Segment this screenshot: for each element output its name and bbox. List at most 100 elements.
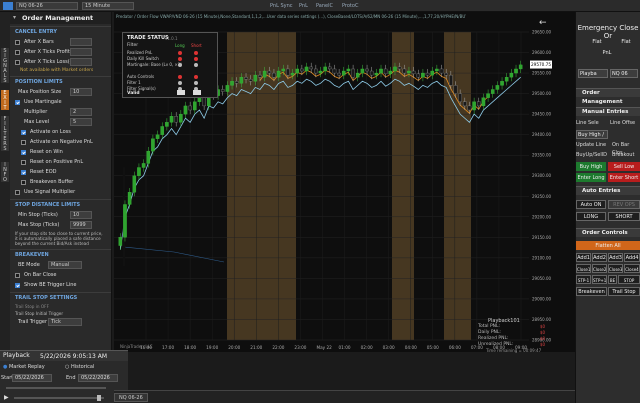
max-position-size-input[interactable]: 10 — [70, 88, 92, 96]
tab-exit[interactable]: EXIT — [1, 90, 9, 110]
sell-low-button[interactable]: Sell Low — [608, 162, 640, 171]
after-x-ticks-profit-checkbox[interactable] — [15, 50, 20, 55]
menu-icon[interactable] — [3, 2, 13, 10]
breakeven-buffer-checkbox[interactable] — [21, 180, 26, 185]
account-selector[interactable]: Playba — [578, 69, 608, 78]
stop-50-button[interactable]: STOP 50% — [618, 275, 640, 292]
trade-status-row-label: Martingale: Base (Lv 0, ×1) — [127, 62, 182, 67]
historical-option[interactable]: ○ Historical — [65, 364, 94, 370]
chart-panel[interactable]: 29650.00 29600.00 29550.00 29500.00 29450.00… — [114, 12, 575, 353]
long-button[interactable]: LONG — [576, 212, 606, 221]
after-x-ticks-profit-input[interactable] — [70, 48, 92, 56]
close1-button[interactable]: Close1 — [576, 264, 591, 273]
auto-on-button[interactable]: Auto ON — [576, 200, 606, 209]
buy-high-select[interactable]: Buy High / — [576, 130, 608, 139]
instrument-selector-right[interactable]: NQ 06 — [610, 69, 638, 78]
tool-pnl[interactable]: PnL — [297, 2, 310, 10]
tool-protoc[interactable]: ProtoC — [340, 2, 360, 10]
candle-body — [151, 138, 155, 152]
max-level-input[interactable]: 5 — [70, 118, 92, 126]
chart-tab-nq[interactable]: NQ 06-26 — [114, 393, 148, 402]
tool-panelc[interactable]: PanelC — [314, 2, 335, 10]
speed-slider-handle[interactable] — [97, 395, 101, 401]
close3-button[interactable]: Close3 — [608, 264, 623, 273]
trail-stop-button[interactable]: Trail Stop — [608, 287, 640, 296]
add3-button[interactable]: Add3 — [608, 253, 623, 262]
after-x-ticks-loss-row: After X Ticks Loss(-) — [10, 57, 111, 67]
multiplier-input[interactable]: 2 — [70, 108, 92, 116]
after-x-bars-checkbox[interactable] — [15, 40, 20, 45]
after-x-ticks-loss-input[interactable] — [70, 58, 92, 66]
pnl-summary-box: Playback101 Total PNL: Daily PNL: Realiz… — [478, 318, 548, 353]
start-date-input[interactable]: 05/22/2026 — [12, 374, 52, 382]
status-dot-icon — [194, 62, 198, 67]
close2-button[interactable]: Close2 — [592, 264, 607, 273]
market-replay-option[interactable]: ● Market Replay — [3, 364, 45, 370]
order-controls-header[interactable]: Order Controls — [576, 228, 640, 237]
use-martingale-checkbox[interactable] — [15, 100, 20, 105]
back-arrow-icon[interactable]: ← — [539, 18, 547, 28]
enter-long-button[interactable]: Enter Long — [576, 173, 606, 182]
breakeven-button[interactable]: Breakeven — [576, 287, 607, 296]
rev-ops-button[interactable]: REV OPS — [608, 200, 640, 209]
show-be-trigger-checkbox[interactable] — [15, 283, 20, 288]
activate-on-loss-checkbox[interactable] — [21, 130, 26, 135]
trade-status-row-label: Realized PnL — [127, 50, 153, 55]
min-stop-input[interactable]: 10 — [70, 211, 92, 219]
candle-body — [355, 72, 360, 78]
enter-short-button[interactable]: Enter Short — [608, 173, 640, 182]
tool-pnl-sync[interactable]: PnL Sync — [268, 2, 295, 10]
candle-body — [481, 97, 486, 107]
be-button[interactable]: BE — [608, 275, 617, 284]
stop-plus-button[interactable]: STP+1 — [592, 275, 607, 284]
candle-body — [351, 68, 355, 78]
speed-slider-track[interactable] — [14, 397, 104, 399]
after-x-bars-input[interactable] — [70, 38, 92, 46]
tab-info[interactable]: INFO — [1, 162, 9, 182]
add1-button[interactable]: Add1 — [576, 253, 591, 262]
be-mode-label: BE Mode — [18, 262, 40, 268]
short-button[interactable]: SHORT — [608, 212, 640, 221]
time-tick-label: 02:00 — [361, 345, 373, 350]
add4-button[interactable]: Add4 — [624, 253, 640, 262]
on-bar-close-checkbox[interactable] — [15, 273, 20, 278]
pnl-button[interactable]: PnL — [596, 49, 618, 58]
tab-signals[interactable]: SIGNALS — [1, 48, 9, 83]
auto-entries-header[interactable]: Auto Entries — [576, 186, 640, 195]
be-mode-select[interactable]: Manual — [48, 261, 82, 269]
flatten-all-button[interactable]: Flatten All — [576, 241, 640, 250]
close4-button[interactable]: Close4 — [624, 264, 640, 273]
chart-watermark: NinjaTrader, LLC — [120, 344, 153, 349]
flat-button-2[interactable]: Flat — [614, 38, 638, 47]
playback-slider-track[interactable] — [6, 387, 106, 389]
buy-high-button[interactable]: Buy High — [576, 162, 606, 171]
trail-trigger-select[interactable]: Tick — [48, 318, 82, 326]
candle-body — [500, 81, 504, 86]
end-date-input[interactable]: 05/22/2026 — [78, 374, 118, 382]
candle-body — [123, 204, 127, 238]
use-signal-multiplier-checkbox[interactable] — [15, 190, 20, 195]
order-management-right-header[interactable]: Order Management — [576, 88, 640, 105]
reset-on-positive-pnl-checkbox[interactable] — [21, 160, 26, 165]
collapse-icon[interactable]: ▾ — [13, 12, 16, 24]
trade-status-title: TRADE STATUS — [127, 35, 169, 41]
play-icon[interactable]: ▶ — [4, 394, 9, 401]
stop-minus-button[interactable]: STP-1 — [576, 275, 591, 284]
add2-button[interactable]: Add2 — [592, 253, 607, 262]
max-stop-input[interactable]: 9999 — [70, 221, 92, 229]
candle-body — [518, 64, 523, 70]
manual-entries-header[interactable]: Manual Entries — [576, 107, 640, 116]
flat-button-1[interactable]: Flat — [586, 38, 608, 47]
multiplier-label: Multiplier — [24, 109, 48, 115]
candle-body — [253, 74, 258, 82]
after-x-ticks-loss-checkbox[interactable] — [15, 60, 20, 65]
use-signal-multiplier-row: Use Signal Multiplier — [10, 187, 111, 197]
market-orders-note: Not available with Market orders — [20, 68, 94, 73]
instrument-selector[interactable]: NQ 06-26 — [16, 2, 78, 10]
reset-eod-checkbox[interactable] — [21, 170, 26, 175]
interval-selector[interactable]: 15 Minute — [82, 2, 134, 10]
tab-filters[interactable]: FILTERS — [1, 116, 9, 151]
activate-on-negative-pnl-checkbox[interactable] — [21, 140, 26, 145]
activate-on-negative-pnl-row: Activate on Negative PnL — [10, 137, 111, 147]
reset-on-win-checkbox[interactable] — [21, 150, 26, 155]
